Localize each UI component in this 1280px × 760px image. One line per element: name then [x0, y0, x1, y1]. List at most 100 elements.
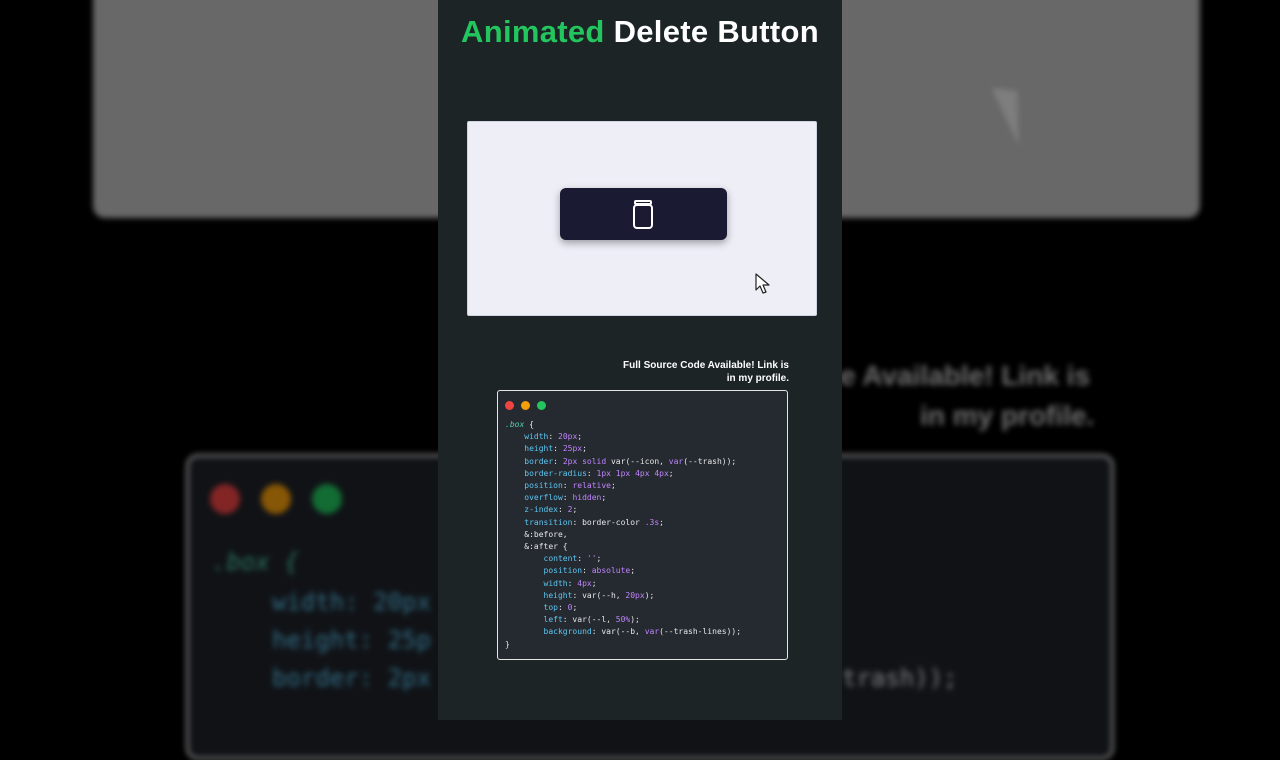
code-token: height: [505, 590, 573, 600]
code-token: var(--icon,: [606, 456, 669, 466]
code-token: :: [553, 456, 563, 466]
code-token: .3s: [644, 517, 660, 527]
code-token: 50%: [615, 615, 631, 625]
code-token: ;: [591, 578, 597, 588]
code-token: width: [505, 432, 549, 442]
code-token: border-radius: [505, 468, 587, 478]
code-line: .box {: [505, 419, 741, 431]
code-token: :: [562, 481, 573, 491]
page-title: Animated Delete Button: [438, 14, 842, 50]
code-token: {: [524, 420, 534, 429]
bg-code-tail: trash));: [842, 664, 958, 692]
code-token: border: [505, 456, 554, 466]
code-line: top: 0;: [505, 602, 741, 614]
code-token: : var(--h,: [572, 590, 626, 600]
code-token: ;: [610, 481, 616, 491]
code-token: :: [557, 505, 568, 515]
code-token: .box: [505, 420, 525, 429]
code-token: :: [562, 493, 573, 503]
bg-note-line1: e Available! Link is: [840, 360, 1091, 391]
code-line: &:before,: [505, 529, 741, 541]
code-line: height: 25px;: [505, 443, 741, 455]
code-token: ;: [630, 566, 636, 576]
window-maximize-dot[interactable]: [537, 401, 546, 410]
code-line: content: '';: [505, 553, 741, 565]
code-token: : var(--l,: [562, 615, 616, 625]
bg-code-border: border: 2px: [272, 664, 431, 692]
code-line: position: relative;: [505, 480, 741, 492]
code-line: border: 2px solid var(--icon, var(--tras…: [505, 456, 741, 468]
bg-note-line2: in my profile.: [920, 400, 1095, 431]
bg-dot-green: [312, 484, 342, 514]
code-token: left: [505, 615, 563, 625]
code-line: width: 20px;: [505, 431, 741, 443]
code-token: :: [577, 554, 587, 564]
code-token: var: [644, 627, 660, 637]
code-token: :: [586, 468, 597, 478]
code-token: 4px: [577, 578, 592, 588]
code-token: ;: [659, 517, 664, 527]
code-token: relative: [572, 481, 611, 491]
code-token: ;: [577, 432, 583, 442]
code-token: position: [505, 481, 563, 491]
code-line: &:after {: [505, 541, 741, 553]
code-token: ;: [601, 493, 607, 503]
cursor-icon: [755, 273, 770, 294]
code-token: 25px: [562, 444, 583, 454]
code-line: transition: border-color .3s;: [505, 517, 741, 529]
code-token: content: [505, 554, 578, 564]
code-line: background: var(--b, var(--trash-lines))…: [505, 626, 742, 638]
code-token: width: [505, 578, 568, 588]
code-line: overflow: hidden;: [505, 492, 741, 504]
code-token: : border-color: [572, 517, 645, 527]
code-token: );: [630, 615, 640, 625]
bg-code-selector: .box {: [212, 548, 299, 576]
code-token: 20px: [558, 432, 578, 442]
source-note-line2: in my profile.: [726, 373, 789, 384]
code-line: z-index: 2;: [505, 504, 741, 516]
bg-dot-red: [210, 484, 240, 514]
code-line: position: absolute;: [505, 565, 741, 577]
source-note-line1: Full Source Code Available! Link is: [623, 360, 789, 371]
bg-code-height: height: 25p: [272, 626, 431, 654]
window-minimize-dot[interactable]: [521, 401, 530, 410]
code-token: ;: [572, 603, 578, 613]
center-column: Animated Delete Button Full Source Code …: [438, 0, 842, 720]
code-token: height: [505, 444, 554, 454]
code-editor-window: .box { width: 20px; height: 25px; border…: [497, 390, 788, 660]
code-token: top: [505, 603, 558, 613]
code-token: (--trash));: [683, 456, 737, 466]
code-token: &:after {: [505, 542, 568, 552]
code-line: border-radius: 1px 1px 4px 4px;: [505, 468, 741, 480]
code-token: var: [668, 456, 684, 466]
code-line: }: [505, 639, 741, 651]
window-close-dot[interactable]: [505, 401, 514, 410]
code-token: z-index: [505, 505, 558, 515]
code-token: :: [557, 603, 568, 613]
title-rest: Delete Button: [604, 14, 819, 49]
code-token: :: [553, 444, 563, 454]
code-token: 2px solid: [562, 456, 607, 466]
code-token: );: [644, 590, 655, 600]
code-token: ;: [582, 444, 587, 454]
code-token: transition: [505, 517, 573, 527]
code-token: position: [505, 566, 583, 576]
code-token: 1px 1px 4px 4px: [596, 468, 669, 478]
code-line: height: var(--h, 20px);: [505, 590, 741, 602]
bg-dot-yellow: [261, 484, 291, 514]
code-token: overflow: [505, 493, 563, 503]
code-token: :: [582, 566, 592, 576]
code-token: &:before,: [505, 529, 568, 539]
code-token: background: [505, 627, 592, 637]
code-token: 20px: [625, 590, 645, 600]
code-token: ;: [668, 468, 674, 478]
code-token: ;: [572, 505, 578, 515]
code-token: ;: [596, 554, 602, 564]
delete-button[interactable]: [560, 188, 727, 240]
code-block: .box { width: 20px; height: 25px; border…: [505, 419, 741, 651]
code-token: }: [505, 639, 510, 649]
title-accent: Animated: [461, 14, 605, 49]
trash-icon: [633, 200, 653, 229]
code-token: (--trash-lines));: [659, 627, 742, 637]
code-token: '': [586, 554, 597, 564]
